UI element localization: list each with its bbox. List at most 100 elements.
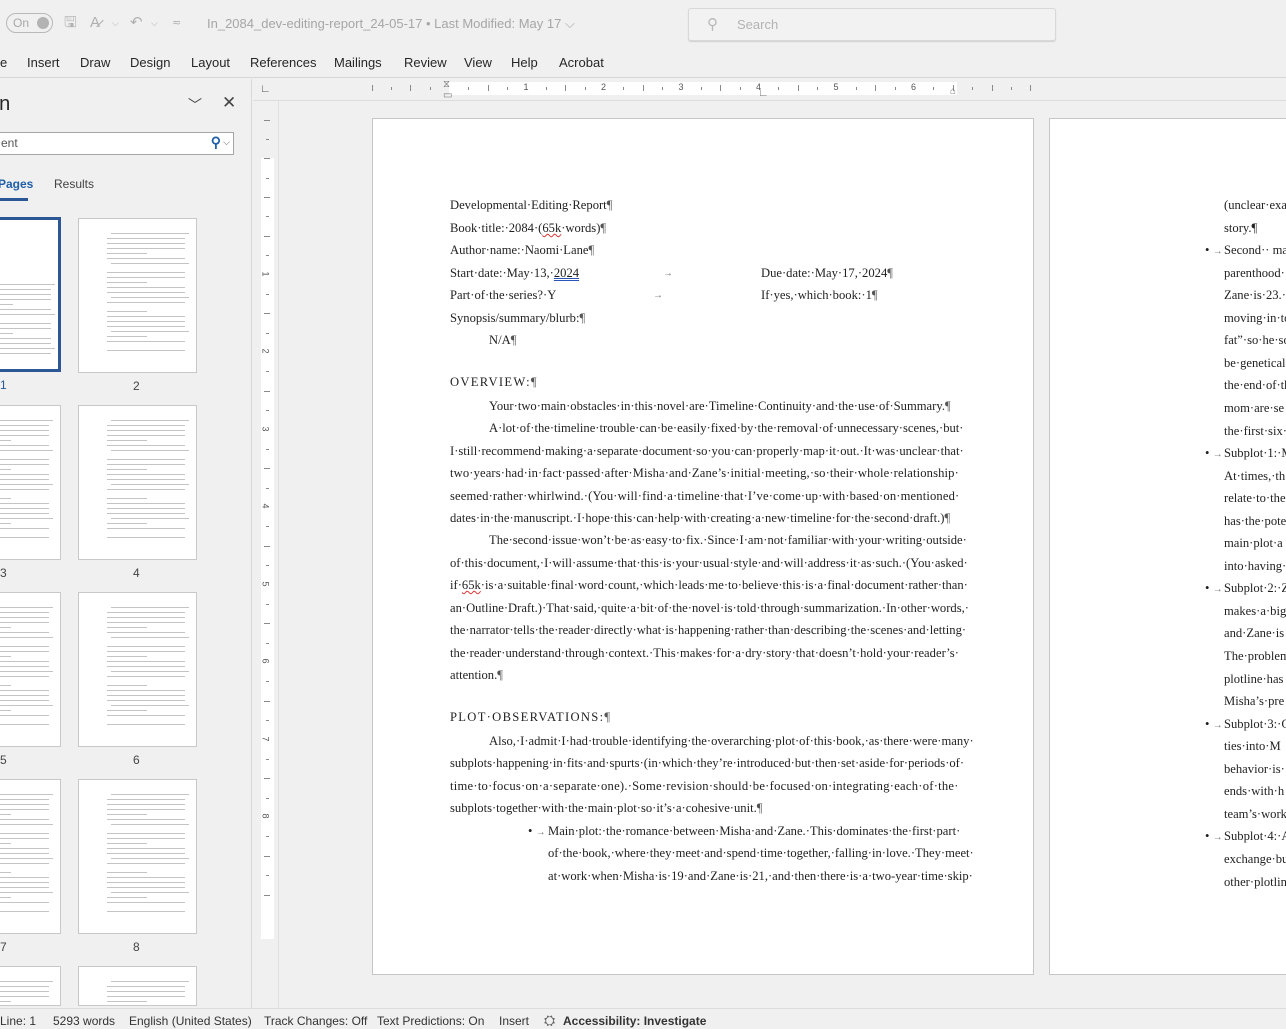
thumbnail-text-line	[0, 323, 51, 324]
left-indent-marker[interactable]: ▭	[443, 90, 452, 101]
thumbnail-text-line	[0, 484, 53, 485]
active-tab-indicator	[0, 198, 28, 201]
save-icon[interactable]: 🖫	[64, 14, 77, 32]
first-line-indent-marker[interactable]: ⧖	[443, 79, 450, 90]
tab-help[interactable]: Help	[511, 55, 538, 70]
grammar-flag[interactable]: 2024	[554, 266, 579, 280]
status-word-count[interactable]: 5293 words	[53, 1014, 115, 1028]
status-line[interactable]: Line: 1	[0, 1014, 36, 1028]
search-box[interactable]: ⚲ Search	[688, 8, 1056, 41]
plot-line: Also,·I·admit·I·had·trouble·identifying·…	[489, 734, 974, 748]
thumbnail-text-line	[111, 892, 189, 893]
thumbnail-text-line	[0, 464, 49, 465]
tab-review[interactable]: Review	[404, 55, 447, 70]
ruler-tick	[266, 216, 269, 218]
vertical-ruler[interactable]: 1 2 3 4 5 6 7 8	[253, 101, 279, 1008]
undo-dropdown-icon[interactable]: ⌵	[151, 14, 158, 32]
thumbnail-text-line	[0, 617, 49, 618]
undo-icon[interactable]: ↶	[130, 14, 143, 32]
spelling-error[interactable]: 65k	[542, 221, 561, 235]
tab-selector-icon[interactable]: ∟	[260, 83, 271, 95]
document-page-1[interactable]: Developmental·Editing·Report¶ Book·title…	[372, 118, 1034, 975]
ruler-tick	[266, 448, 269, 450]
tab-insert[interactable]: Insert	[27, 55, 60, 70]
thumbnail-text-line	[0, 996, 49, 997]
thumbnail-text-line	[0, 328, 51, 329]
page-thumbnail[interactable]	[78, 405, 197, 560]
ruler-tick	[264, 778, 270, 780]
nav-tab-pages[interactable]: Pages	[0, 177, 33, 191]
page-thumbnail[interactable]	[0, 592, 61, 747]
thumbnail-text-line	[107, 656, 147, 657]
page-thumbnail[interactable]	[78, 218, 197, 373]
page-thumbnail[interactable]	[0, 966, 61, 1006]
thumbnail-page-number: 1	[0, 378, 7, 392]
tab-mailings[interactable]: Mailings	[334, 55, 382, 70]
close-icon[interactable]: ✕	[222, 93, 236, 113]
tab-view[interactable]: View	[464, 55, 492, 70]
thumbnail-text-line	[0, 430, 49, 431]
overview-heading: OVERVIEW:¶	[450, 375, 538, 389]
document-page-2[interactable]: (unclear·exa story.¶ • → Second·· ma parenth…	[1049, 118, 1286, 975]
page-thumbnail[interactable]	[78, 592, 197, 747]
thumbnail-text-line	[107, 464, 185, 465]
page-thumbnail[interactable]	[78, 966, 197, 1006]
right-indent-marker[interactable]: ⌂	[950, 86, 956, 97]
autosave-toggle[interactable]: On	[6, 13, 53, 33]
nav-search-input[interactable]: ent ⚲ ⌵	[0, 132, 234, 155]
tab-home[interactable]: e	[0, 55, 7, 70]
thumbnail-text-line	[111, 981, 189, 982]
tab-layout[interactable]: Layout	[191, 55, 230, 70]
page-thumbnail[interactable]	[78, 779, 197, 934]
thumbnail-text-line	[111, 297, 189, 298]
thumbnail-text-line	[107, 248, 185, 249]
thumbnail-text-line	[111, 824, 189, 825]
thumbnail-text-line	[0, 445, 49, 446]
status-language[interactable]: English (United States)	[129, 1014, 252, 1028]
status-text-predictions[interactable]: Text Predictions: On	[377, 1014, 484, 1028]
status-accessibility[interactable]: Accessibility: Investigate	[563, 1014, 706, 1028]
search-icon[interactable]: ⚲	[211, 134, 221, 151]
page-thumbnail[interactable]	[0, 405, 61, 560]
thumbnail-text-line	[107, 321, 185, 322]
page2-line: the·end·of·th	[1224, 378, 1286, 393]
page2-line: be·genetical	[1224, 355, 1286, 370]
status-track-changes[interactable]: Track Changes: Off	[264, 1014, 367, 1028]
ruler-tick	[264, 158, 270, 160]
ruler-number: 2	[260, 348, 271, 354]
tab-design[interactable]: Design	[130, 55, 170, 70]
spelling-error[interactable]: 65k	[462, 578, 481, 592]
thumbnail-text-line	[0, 824, 53, 825]
status-mode[interactable]: Insert	[499, 1014, 529, 1028]
toggle-knob	[37, 17, 49, 29]
thumbnail-text-line	[0, 671, 53, 672]
chevron-down-icon[interactable]: ﹀	[188, 95, 202, 115]
tab-acrobat[interactable]: Acrobat	[559, 55, 604, 70]
ruler-tick	[266, 293, 269, 295]
thumbnail-text-line	[0, 612, 49, 613]
page-thumbnail[interactable]	[0, 779, 61, 934]
editor-dropdown-icon[interactable]: ⌵	[112, 14, 119, 32]
page-thumbnail[interactable]	[0, 217, 61, 372]
nav-tab-results[interactable]: Results	[54, 177, 94, 191]
tab-marker: →	[653, 290, 663, 301]
page2-line: has·the·pote	[1224, 513, 1286, 528]
customize-qat-icon[interactable]: ≂	[172, 14, 181, 32]
thumbnail-text-line	[0, 794, 53, 795]
thumbnail-text-line	[0, 986, 49, 987]
thumbnail-text-line	[107, 819, 185, 820]
thumbnail-text-line	[107, 316, 185, 317]
search-options-chevron-icon[interactable]: ⌵	[223, 137, 230, 148]
thumbnail-text-line	[0, 799, 49, 800]
overview-line: the·narrator·tells·the·reader·directly·w…	[450, 623, 967, 637]
thumbnail-text-line	[111, 450, 189, 451]
tab-draw[interactable]: Draw	[80, 55, 110, 70]
horizontal-ruler[interactable]: ∟ 123456 ⧖ ▭ ⌂ ∟	[253, 79, 1286, 101]
thumbnail-text-line	[107, 292, 185, 293]
editor-icon[interactable]: A̷	[90, 14, 100, 32]
document-canvas[interactable]: Developmental·Editing·Report¶ Book·title…	[280, 101, 1286, 1008]
tab-references[interactable]: References	[250, 55, 316, 70]
ruler-number: 3	[678, 82, 684, 92]
tab-stop-marker[interactable]: ∟	[758, 87, 769, 99]
document-title[interactable]: In_2084_dev-editing-report_24-05-17 • La…	[207, 16, 575, 32]
